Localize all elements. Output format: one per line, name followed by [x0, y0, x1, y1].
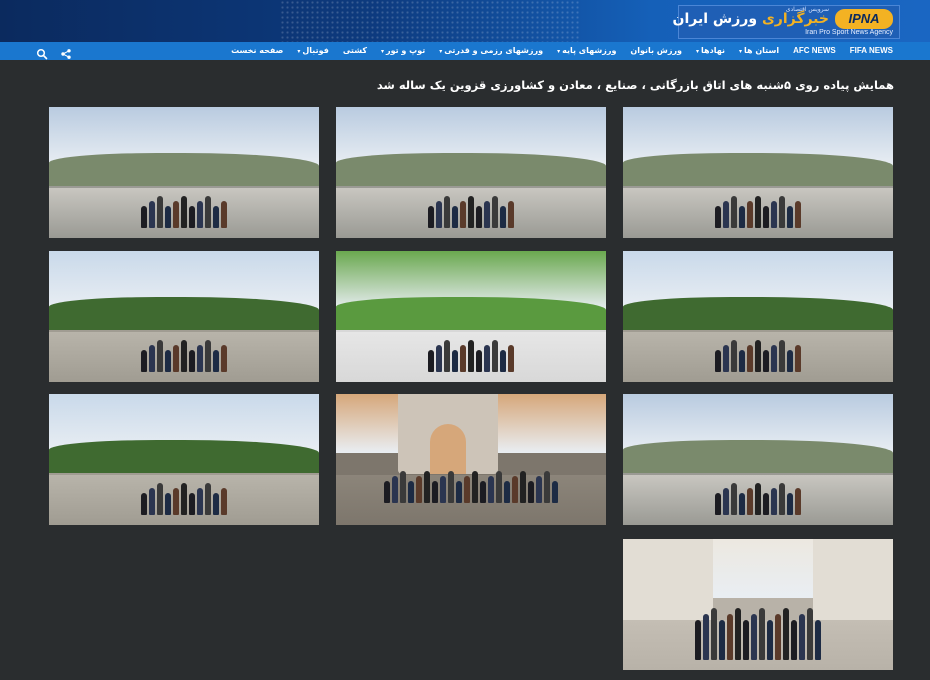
site-logo[interactable]: IPNA سرویس اقتصادی خبرگزاری ورزش ایران I… — [673, 5, 900, 39]
people-group — [623, 608, 893, 660]
nav-tools — [36, 42, 72, 60]
chevron-down-icon: ▾ — [696, 48, 700, 55]
chevron-down-icon: ▾ — [297, 48, 301, 55]
photo-group-on-lawn[interactable] — [336, 251, 606, 382]
nav-item[interactable]: صفحه نخست — [224, 42, 290, 60]
people-group — [49, 196, 319, 228]
nav-item-label: ورزش بانوان — [630, 46, 683, 55]
nav-item-label: صفحه نخست — [231, 46, 284, 55]
chevron-down-icon: ▾ — [557, 48, 561, 55]
world-map-decoration — [280, 0, 580, 42]
nav-item[interactable]: FIFA NEWS — [843, 42, 900, 60]
nav-item-label: فوتبال — [302, 46, 329, 55]
search-icon[interactable] — [36, 45, 48, 60]
nav-menu: صفحه نخست فوتبال▾ کشتی توپ و تور▾ ورزشهای رز… — [224, 42, 900, 60]
logo-title: خبرگزاری ورزش ایران — [673, 11, 829, 27]
logo-title-accent: خبرگزاری — [761, 11, 829, 27]
nav-item-label: کشتی — [342, 46, 367, 55]
article-title: همایش پیاده روی ۵شنبه های اتاق بازرگانی … — [376, 78, 894, 92]
nav-item[interactable]: ورزشهای رزمی و قدرتی▾ — [432, 42, 550, 60]
nav-item[interactable]: ورزش بانوان — [623, 42, 689, 60]
photo-group-portrait-monument[interactable] — [623, 539, 893, 670]
chevron-down-icon: ▾ — [739, 48, 743, 55]
chevron-down-icon: ▾ — [380, 48, 384, 55]
photo-walkers-park-path[interactable] — [623, 251, 893, 382]
photo-walkers-gravel-road[interactable] — [49, 394, 319, 525]
nav-item-label: FIFA NEWS — [849, 46, 893, 55]
logo-badge: IPNA — [835, 9, 893, 29]
photo-walkers-park-trees[interactable] — [49, 251, 319, 382]
photo-walkers-dirt-path[interactable] — [623, 394, 893, 525]
main-nav: صفحه نخست فوتبال▾ کشتی توپ و تور▾ ورزشهای رز… — [0, 42, 930, 60]
nav-item[interactable]: AFC NEWS — [786, 42, 843, 60]
photo-walkers-road-building[interactable] — [623, 107, 893, 238]
people-group — [49, 483, 319, 515]
people-group — [623, 340, 893, 372]
people-group — [336, 196, 606, 228]
nav-item[interactable]: نهادها▾ — [689, 42, 732, 60]
nav-item[interactable]: توپ و تور▾ — [374, 42, 432, 60]
people-group — [623, 483, 893, 515]
chevron-down-icon: ▾ — [439, 48, 443, 55]
nav-item[interactable]: کشتی — [336, 42, 374, 60]
people-group — [623, 196, 893, 228]
share-icon[interactable] — [60, 45, 72, 59]
nav-item-label: AFC NEWS — [793, 46, 836, 55]
people-group — [336, 340, 606, 372]
people-group — [49, 340, 319, 372]
site-header: IPNA سرویس اقتصادی خبرگزاری ورزش ایران I… — [0, 0, 930, 42]
nav-item[interactable]: فوتبال▾ — [290, 42, 335, 60]
logo-title-main: ورزش ایران — [672, 11, 762, 27]
nav-item-label: ورزشهای پایه — [562, 46, 617, 55]
photo-walkers-road-trees[interactable] — [336, 107, 606, 238]
nav-item[interactable]: ورزشهای پایه▾ — [550, 42, 623, 60]
nav-item[interactable]: استان ها▾ — [732, 42, 786, 60]
nav-item-label: ورزشهای رزمی و قدرتی — [444, 46, 544, 55]
monument-arch — [398, 394, 498, 474]
nav-item-label: نهادها — [701, 46, 725, 55]
logo-subtitle: Iran Pro Sport News Agency — [805, 29, 893, 36]
photo-group-monument[interactable] — [336, 394, 606, 525]
nav-item-label: توپ و تور — [386, 46, 426, 55]
photo-walkers-city-road[interactable] — [49, 107, 319, 238]
people-group — [336, 471, 606, 503]
nav-item-label: استان ها — [744, 46, 780, 55]
